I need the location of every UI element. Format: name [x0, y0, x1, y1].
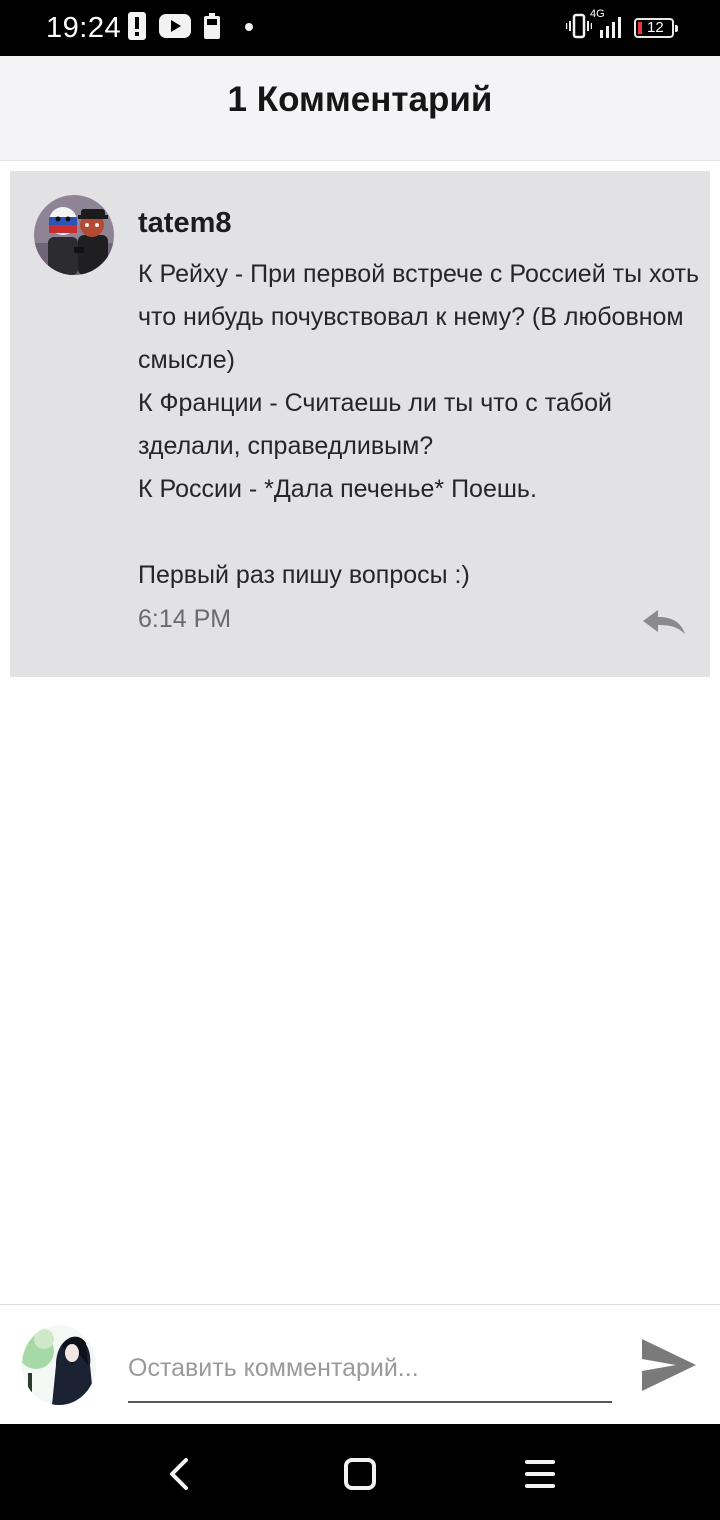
dot-icon	[233, 19, 257, 37]
recents-button[interactable]	[520, 1454, 560, 1494]
send-button[interactable]	[640, 1337, 698, 1393]
user-avatar[interactable]	[22, 1325, 96, 1405]
comment-timestamp: 6:14 PM	[138, 605, 232, 633]
back-icon	[170, 1458, 188, 1490]
comment-text: К Рейху - При первой встрече с Россией т…	[138, 260, 700, 589]
home-icon	[344, 1458, 376, 1490]
page-title: 1 Комментарий	[227, 80, 493, 119]
reply-button[interactable]	[640, 607, 688, 641]
status-right-icons: 12	[565, 12, 678, 44]
alert-icon	[128, 11, 146, 45]
header: 1 Комментарий	[0, 56, 720, 161]
status-left-icons	[128, 11, 257, 45]
battery-level	[638, 22, 642, 34]
vibrate-icon	[565, 13, 593, 44]
battery-icon: 12	[634, 18, 678, 38]
home-button[interactable]	[340, 1454, 380, 1494]
send-icon	[642, 1339, 696, 1391]
reply-icon	[643, 610, 685, 634]
back-button[interactable]	[160, 1454, 200, 1494]
comment-username[interactable]: tatem8	[138, 207, 232, 240]
signal-icon	[600, 14, 626, 43]
comment-card: tatem8 К Рейху - При первой встрече с Ро…	[10, 171, 710, 677]
status-bar: 19:24 4G 12	[0, 0, 720, 56]
comment-input[interactable]	[128, 1335, 612, 1403]
commenter-avatar[interactable]	[34, 195, 114, 275]
menu-icon	[525, 1460, 555, 1488]
battery-percent: 12	[647, 19, 664, 36]
status-time: 19:24	[46, 12, 122, 44]
youtube-icon	[159, 13, 191, 43]
navigation-bar	[0, 1424, 720, 1520]
battery-saver-icon	[204, 12, 220, 44]
comment-input-bar	[0, 1304, 720, 1425]
